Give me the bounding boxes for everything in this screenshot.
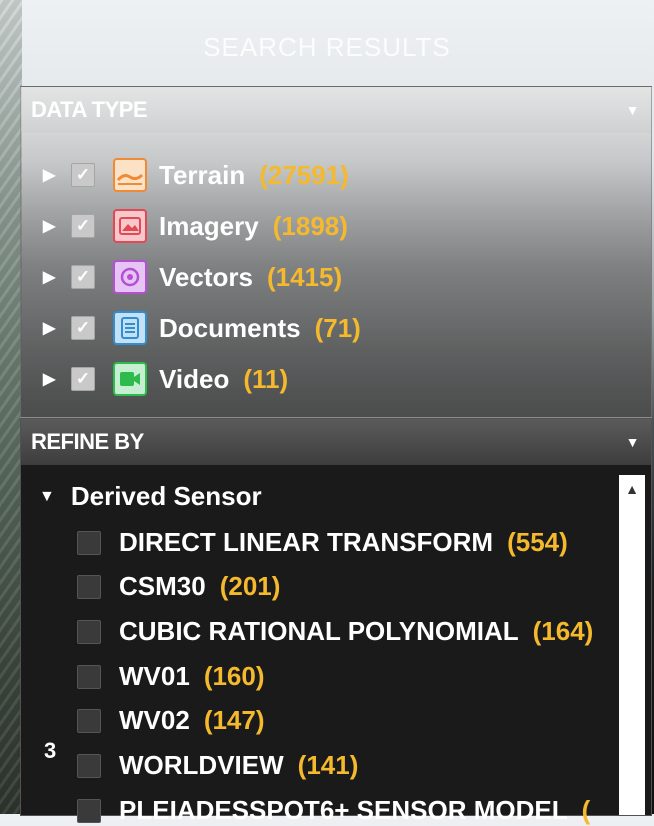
data-type-label: Video	[159, 363, 230, 394]
refine-checkbox[interactable]	[77, 798, 101, 823]
scroll-up-arrow-icon[interactable]: ▲	[619, 475, 645, 497]
data-type-row-terrain[interactable]: ▶ ✓ Terrain (27591)	[43, 155, 349, 195]
collapse-caret-icon[interactable]: ▼	[626, 434, 640, 450]
refine-item-label: CSM30	[119, 571, 206, 601]
refine-checkbox[interactable]	[77, 574, 101, 599]
scrollbar[interactable]: ▲	[619, 475, 645, 815]
refine-item-label: WORLDVIEW	[119, 750, 284, 780]
refine-item-label: PLEIADESSPOT6+ SENSOR MODEL	[119, 795, 568, 825]
vectors-icon	[113, 260, 147, 294]
panel-title: SEARCH RESULTS	[203, 32, 451, 62]
refine-checkbox[interactable]	[77, 664, 101, 689]
refine-item-count: (	[581, 795, 591, 825]
refine-item-count: (160)	[203, 661, 265, 691]
refine-item-count: (147)	[203, 705, 265, 735]
refine-by-header[interactable]: REFINE BY ▼	[21, 419, 651, 465]
video-checkbox[interactable]: ✓	[71, 367, 95, 391]
terrain-checkbox[interactable]: ✓	[71, 163, 95, 187]
imagery-checkbox[interactable]: ✓	[71, 214, 95, 238]
data-type-header[interactable]: DATA TYPE ▼	[21, 87, 651, 133]
refine-item[interactable]: CUBIC RATIONAL POLYNOMIAL (164)	[77, 616, 593, 647]
expand-arrow-icon[interactable]: ▶	[43, 369, 57, 389]
refine-item-label: CUBIC RATIONAL POLYNOMIAL	[119, 616, 519, 646]
collapse-arrow-icon[interactable]: ▼	[39, 488, 55, 506]
collapse-caret-icon[interactable]: ▼	[626, 102, 640, 118]
refine-item[interactable]: WV01 (160)	[77, 661, 265, 692]
refine-item-label: DIRECT LINEAR TRANSFORM	[119, 527, 494, 557]
expand-arrow-icon[interactable]: ▶	[43, 216, 57, 236]
expand-arrow-icon[interactable]: ▶	[43, 165, 57, 185]
documents-checkbox[interactable]: ✓	[71, 316, 95, 340]
data-type-count: (71)	[314, 312, 361, 343]
derived-sensor-section[interactable]: ▼ Derived Sensor	[39, 481, 262, 512]
refine-item-count: (201)	[219, 571, 281, 601]
annotation-number: 3	[44, 738, 57, 763]
map-background	[0, 0, 22, 814]
data-type-row-vectors[interactable]: ▶ ✓ Vectors (1415)	[43, 257, 342, 297]
terrain-icon	[113, 158, 147, 192]
data-type-row-documents[interactable]: ▶ ✓ Documents (71)	[43, 308, 361, 348]
data-type-count: (11)	[243, 363, 289, 394]
refine-checkbox[interactable]	[77, 530, 101, 555]
section-label: Derived Sensor	[70, 481, 262, 511]
vectors-checkbox[interactable]: ✓	[71, 265, 95, 289]
refine-by-header-label: REFINE BY	[31, 429, 144, 454]
refine-item[interactable]: WORLDVIEW (141)	[77, 750, 358, 781]
expand-arrow-icon[interactable]: ▶	[43, 318, 57, 338]
data-type-row-video[interactable]: ▶ ✓ Video (11)	[43, 359, 288, 399]
data-type-header-label: DATA TYPE	[31, 97, 148, 122]
data-type-label: Imagery	[159, 210, 259, 241]
refine-checkbox[interactable]	[77, 753, 101, 778]
refine-item[interactable]: PLEIADESSPOT6+ SENSOR MODEL (	[77, 795, 590, 826]
refine-item-count: (164)	[532, 616, 594, 646]
refine-item-count: (554)	[507, 527, 568, 557]
refine-item[interactable]: CSM30 (201)	[77, 571, 280, 602]
documents-icon	[113, 311, 147, 345]
data-type-count: (1415)	[266, 261, 343, 292]
refine-item-label: WV01	[119, 661, 190, 691]
refine-checkbox[interactable]	[77, 619, 101, 644]
refine-item[interactable]: WV02 (147)	[77, 705, 265, 736]
refine-item-label: WV02	[119, 705, 190, 735]
video-icon	[113, 362, 147, 396]
data-type-count: (27591)	[259, 159, 349, 190]
data-type-count: (1898)	[272, 210, 348, 241]
refine-by-panel: REFINE BY ▼ ▼ Derived Sensor DIRECT LINE…	[20, 418, 652, 825]
data-type-label: Vectors	[159, 261, 253, 292]
data-type-row-imagery[interactable]: ▶ ✓ Imagery (1898)	[43, 206, 348, 246]
refine-checkbox[interactable]	[77, 708, 101, 733]
imagery-icon	[113, 209, 147, 243]
data-type-label: Terrain	[159, 159, 246, 190]
expand-arrow-icon[interactable]: ▶	[43, 267, 57, 287]
data-type-panel: DATA TYPE ▼ ▶ ✓ Terrain (27591) ▶ ✓ Imag…	[20, 86, 652, 418]
refine-item[interactable]: DIRECT LINEAR TRANSFORM (554)	[77, 527, 568, 558]
data-type-label: Documents	[159, 312, 301, 343]
refine-item-count: (141)	[297, 750, 359, 780]
